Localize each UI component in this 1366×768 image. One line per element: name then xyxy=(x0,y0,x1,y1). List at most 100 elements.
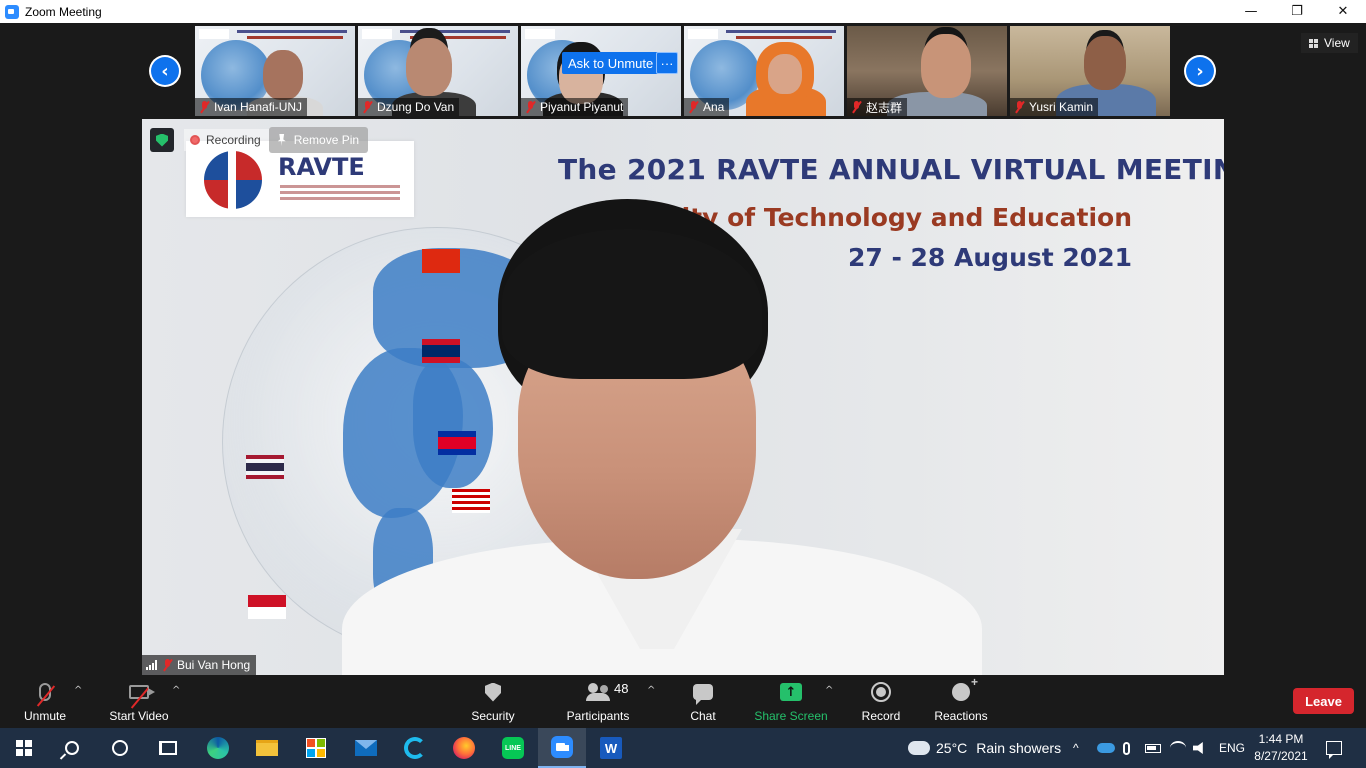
firefox-icon xyxy=(453,737,475,759)
start-video-label: Start Video xyxy=(109,709,169,723)
taskbar-clock[interactable]: 1:44 PM 8/27/2021 xyxy=(1246,731,1316,765)
chat-button[interactable]: Chat xyxy=(688,679,718,723)
input-language[interactable]: ENG xyxy=(1219,728,1245,768)
participant-tile[interactable]: Ivan Hanafi-UNJ xyxy=(195,26,355,116)
speaker-fringe xyxy=(502,229,762,379)
reactions-button[interactable]: Reactions xyxy=(934,675,988,723)
participant-name: Yusri Kamin xyxy=(1029,100,1094,114)
recording-dot-icon xyxy=(190,135,200,145)
window-title: Zoom Meeting xyxy=(25,4,102,19)
speaker-icon xyxy=(1193,742,1203,754)
slide-logo xyxy=(525,29,555,39)
microsoft-store-icon xyxy=(306,738,326,758)
muted-mic-icon xyxy=(162,659,173,671)
taskbar-search-button[interactable] xyxy=(48,728,96,768)
video-options-caret[interactable]: ^ xyxy=(172,685,180,696)
participant-name-tag: Dzung Do Van xyxy=(358,98,460,116)
muted-mic-icon xyxy=(1014,101,1025,113)
audio-options-caret[interactable]: ^ xyxy=(74,685,82,696)
share-screen-button[interactable]: ↑ Share Screen xyxy=(754,679,828,723)
start-video-button[interactable]: Start Video xyxy=(108,679,170,723)
participant-name-tag: Ana xyxy=(684,98,730,116)
wifi-icon xyxy=(1170,741,1186,755)
network-tray[interactable] xyxy=(1170,728,1186,768)
muted-mic-icon xyxy=(688,101,699,113)
muted-mic-icon xyxy=(851,101,862,113)
encryption-shield-icon[interactable] xyxy=(150,128,174,152)
close-button[interactable]: ✕ xyxy=(1320,0,1366,23)
minimize-button[interactable]: — xyxy=(1228,0,1274,23)
task-view-icon xyxy=(159,741,177,755)
muted-mic-icon xyxy=(199,101,210,113)
cortana-button[interactable] xyxy=(96,728,144,768)
onedrive-icon xyxy=(1097,743,1115,753)
task-view-button[interactable] xyxy=(144,728,192,768)
taskbar-word[interactable]: W xyxy=(587,728,635,768)
taskbar-mail[interactable] xyxy=(342,728,390,768)
participants-options-caret[interactable]: ^ xyxy=(647,685,655,696)
weather-widget[interactable]: 25°C Rain showers xyxy=(906,728,1062,768)
participant-name-tag: 赵志群 xyxy=(847,98,908,116)
participant-head xyxy=(263,50,303,100)
thailand-flag xyxy=(246,455,284,479)
security-label: Security xyxy=(471,709,515,723)
share-options-caret[interactable]: ^ xyxy=(825,685,833,696)
previous-page-button[interactable]: ‹ xyxy=(149,55,181,87)
security-button[interactable]: Security xyxy=(470,679,516,723)
active-speaker-video[interactable]: RAVTE The 2021 RAVTE ANNUAL VIRTUAL MEET… xyxy=(142,119,1224,675)
clock-date: 8/27/2021 xyxy=(1254,749,1308,763)
more-options-button[interactable]: ··· xyxy=(656,52,678,74)
video-camera-off-icon xyxy=(129,685,155,709)
start-button[interactable] xyxy=(0,728,48,768)
microphone-tray[interactable] xyxy=(1123,728,1130,768)
weather-condition: Rain showers xyxy=(976,740,1062,756)
view-button[interactable]: View xyxy=(1301,33,1358,53)
ask-to-unmute-button[interactable]: Ask to Unmute xyxy=(562,52,660,74)
slide-title-line xyxy=(400,30,510,33)
participant-head xyxy=(1084,36,1126,90)
mail-icon xyxy=(355,740,377,756)
taskbar-internet-explorer[interactable] xyxy=(391,728,439,768)
remove-pin-button[interactable]: Remove Pin xyxy=(268,127,369,153)
participant-tile[interactable]: Yusri Kamin xyxy=(1010,26,1170,116)
signal-strength-icon xyxy=(146,660,157,670)
recording-status-bar: Recording Remove Pin xyxy=(150,127,369,153)
participants-button[interactable]: 48 Participants xyxy=(566,679,630,723)
taskbar-store[interactable] xyxy=(292,728,340,768)
word-icon: W xyxy=(600,737,622,759)
next-page-button[interactable]: › xyxy=(1184,55,1216,87)
maximize-button[interactable]: ❐ xyxy=(1274,0,1320,23)
show-hidden-icons-button[interactable]: ^ xyxy=(1073,728,1079,768)
file-explorer-icon xyxy=(256,740,278,756)
slide-logo xyxy=(688,29,718,39)
taskbar-firefox[interactable] xyxy=(440,728,488,768)
unmute-button[interactable]: Unmute xyxy=(22,679,68,723)
onedrive-tray[interactable] xyxy=(1097,728,1115,768)
taskbar-edge[interactable] xyxy=(194,728,242,768)
participant-tile[interactable]: Dzung Do Van xyxy=(358,26,518,116)
window-controls: — ❐ ✕ xyxy=(1228,0,1366,23)
ravte-logo-text: RAVTE xyxy=(278,153,365,181)
slide-title-line xyxy=(726,30,836,33)
taskbar-file-explorer[interactable] xyxy=(243,728,291,768)
participant-head xyxy=(921,34,971,98)
participant-name: 赵志群 xyxy=(866,100,903,115)
battery-tray[interactable] xyxy=(1145,728,1161,768)
record-button[interactable]: Record xyxy=(861,679,901,723)
ravte-logo-mark xyxy=(204,151,262,209)
record-label: Record xyxy=(861,709,901,723)
grid-view-icon xyxy=(1309,38,1318,48)
edge-browser-icon xyxy=(207,737,229,759)
participant-tile[interactable]: 赵志群 xyxy=(847,26,1007,116)
notifications-button[interactable] xyxy=(1326,728,1342,768)
speaker-name-tag: Bui Van Hong xyxy=(142,655,257,675)
leave-button[interactable]: Leave xyxy=(1293,688,1354,714)
window-title-bar: Zoom Meeting — ❐ ✕ xyxy=(0,0,1366,23)
taskbar-zoom[interactable] xyxy=(538,728,586,768)
muted-mic-icon xyxy=(362,101,373,113)
volume-tray[interactable] xyxy=(1193,728,1207,768)
reaction-smiley-icon xyxy=(952,675,978,701)
taskbar-line[interactable]: LINE xyxy=(489,728,537,768)
slide-subtitle-line xyxy=(247,36,343,39)
participant-tile[interactable]: Ana xyxy=(684,26,844,116)
